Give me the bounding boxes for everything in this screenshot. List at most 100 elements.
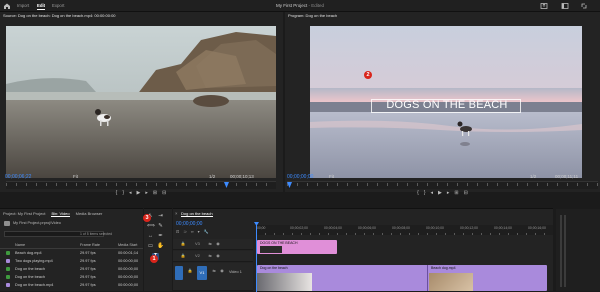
source-monitor-title: Source: Dog on the beach: Dog on the bea… [3,13,116,18]
clip-title-label: DOGS ON THE BEACH [260,241,298,245]
item-name: Dog on the beach.mp4 [15,283,54,287]
tab-bin-video[interactable]: Bin: Video [51,211,70,217]
track-label-v2: V2 [195,253,200,258]
clip-title-thumb [260,246,282,253]
hand-tool-icon[interactable]: ✋ [157,243,164,250]
project-list-item[interactable]: Dog on the beach.mp4 29.97 fps 00:00:00;00 [0,282,140,289]
source-resolution-select[interactable]: 1/2 [209,174,215,179]
step-back-icon[interactable]: ◂ [129,191,132,196]
col-media-start[interactable]: Media Start [118,243,137,247]
clip-v1b-thumb [429,273,473,291]
item-frame-rate: 29.97 fps [80,259,96,263]
timeline-ruler[interactable]: ;00;00 00;00;02;00 00;00;04;00 00;00;06;00 0… [256,225,553,235]
clip-edit-point[interactable] [427,265,428,291]
project-list-item[interactable]: Dog on the beach 29.97 fps 00:00:00;00 [0,274,140,281]
audio-meter-left [560,215,562,287]
razor-tool-icon[interactable]: ✎ [157,223,164,230]
label-color-swatch[interactable] [6,283,10,287]
timeline-toolbar: ⊡ ⊃ ∞ ▾ 🔧 [176,229,252,234]
item-frame-rate: 29.97 fps [80,267,96,271]
project-tabs: Project: My First Project Bin: Video Med… [3,209,102,218]
nest-icon[interactable]: ⊡ [176,229,179,234]
program-resolution-select[interactable]: 1/2 [530,174,536,179]
label-color-swatch[interactable] [6,251,10,255]
mark-out-icon[interactable]: } [122,191,124,196]
sync-lock-icon[interactable]: ⇆ [211,268,217,274]
mark-in-icon[interactable]: { [116,191,118,196]
close-icon[interactable]: × [175,211,178,216]
source-timecode[interactable]: 00;00;06;22 [5,174,31,180]
sequence-tab[interactable]: Dog on the beach [181,211,213,217]
snap-icon[interactable]: ⊃ [183,229,186,234]
source-ruler[interactable] [6,181,276,189]
folder-icon [4,221,10,226]
play-icon[interactable]: ▶ [137,191,141,196]
clip-v1b-label: Beach dog.mp4 [431,266,456,270]
lock-icon[interactable]: 🔒 [180,241,186,247]
clip-title[interactable]: DOGS ON THE BEACH [257,240,337,254]
rectangle-tool-icon[interactable]: ▭ [147,243,154,250]
marker-badge-2: 2 [364,71,372,79]
step-back-icon[interactable]: ◂ [431,191,434,196]
lock-icon[interactable]: 🔒 [180,253,186,259]
track-name-v1: Video 1 [229,270,242,274]
label-color-swatch[interactable] [6,267,10,271]
pen-tool-icon[interactable]: ✒ [157,233,164,240]
mark-out-icon[interactable]: } [424,191,426,196]
expand-icon[interactable] [580,2,588,10]
quick-export-icon[interactable] [540,2,548,10]
tab-project[interactable]: Project: My First Project [3,211,45,216]
program-ruler[interactable] [287,181,598,189]
eye-icon[interactable]: ◉ [215,253,221,259]
item-name: Two dogs playing.mp4 [15,259,53,263]
play-icon[interactable]: ▶ [438,191,442,196]
sync-lock-icon[interactable]: ⇆ [207,253,213,259]
add-marker-icon[interactable]: ▾ [198,229,200,234]
tab-media-browser[interactable]: Media Browser [76,211,103,216]
program-timecode[interactable]: 00;00;00;00 [287,174,313,180]
extract-icon[interactable]: ⊟ [464,191,468,196]
project-list-item[interactable]: Two dogs playing.mp4 29.97 fps 00:00:00;00 [0,258,140,265]
sync-lock-icon[interactable]: ⇆ [207,241,213,247]
label-color-swatch[interactable] [6,275,10,279]
clip-video-v1[interactable]: Dog on the beach Beach dog.mp4 [257,265,547,291]
track-target-v1[interactable]: V1 [197,266,207,280]
insert-icon[interactable]: ⊞ [153,191,157,196]
source-fit-select[interactable]: Fit [73,174,78,179]
source-transport-controls: { } ◂ ▶ ▸ ⊞ ⊟ [6,189,276,198]
lift-icon[interactable]: ⊞ [454,191,458,196]
project-list-item[interactable]: Beach dog.mp4 29.97 fps 00:00:01;14 [0,250,140,257]
title-overlay-text[interactable]: DOGS ON THE BEACH [372,99,522,111]
timeline-timecode[interactable]: 00;00;00;00 [176,221,202,227]
col-name[interactable]: Name [15,243,25,247]
step-forward-icon[interactable]: ▸ [145,191,148,196]
source-beach-image [6,26,276,178]
slip-tool-icon[interactable]: ↔ [147,233,154,240]
program-video-frame[interactable]: DOGS ON THE BEACH [310,26,582,178]
ruler-label: ;00;00 [256,226,266,230]
program-fit-select[interactable]: Fit [329,174,334,179]
ruler-label: 00;00;12;00 [460,226,478,230]
ripple-edit-icon[interactable]: ⟺ [147,223,155,230]
eye-icon[interactable]: ◉ [219,268,225,274]
label-color-swatch[interactable] [6,259,10,263]
project-list-item[interactable]: Dog on the beach 29.97 fps 00:00:00;00 [0,266,140,273]
step-forward-icon[interactable]: ▸ [447,191,450,196]
track-select-icon[interactable]: ⇥ [157,213,164,220]
lock-icon[interactable]: 🔒 [187,268,193,274]
source-patch-v1[interactable] [175,266,183,280]
source-video-frame[interactable] [6,26,276,178]
mark-in-icon[interactable]: { [417,191,419,196]
ruler-label: 00;00;16;00 [528,226,546,230]
wrench-icon[interactable]: 🔧 [204,229,209,234]
item-media-start: 00:00:00;00 [118,275,139,279]
item-name: Dog on the beach [15,267,45,271]
workspaces-icon[interactable] [561,2,569,10]
marker-badge-3: 3 [143,214,151,222]
track-label-v3: V3 [195,241,200,246]
linked-select-icon[interactable]: ∞ [191,229,194,234]
col-frame-rate[interactable]: Frame Rate [80,243,100,247]
overwrite-icon[interactable]: ⊟ [162,191,166,196]
timeline-panel: × Dog on the beach 00;00;00;00 ⊡ ⊃ ∞ ▾ 🔧… [173,208,553,292]
eye-icon[interactable]: ◉ [215,241,221,247]
